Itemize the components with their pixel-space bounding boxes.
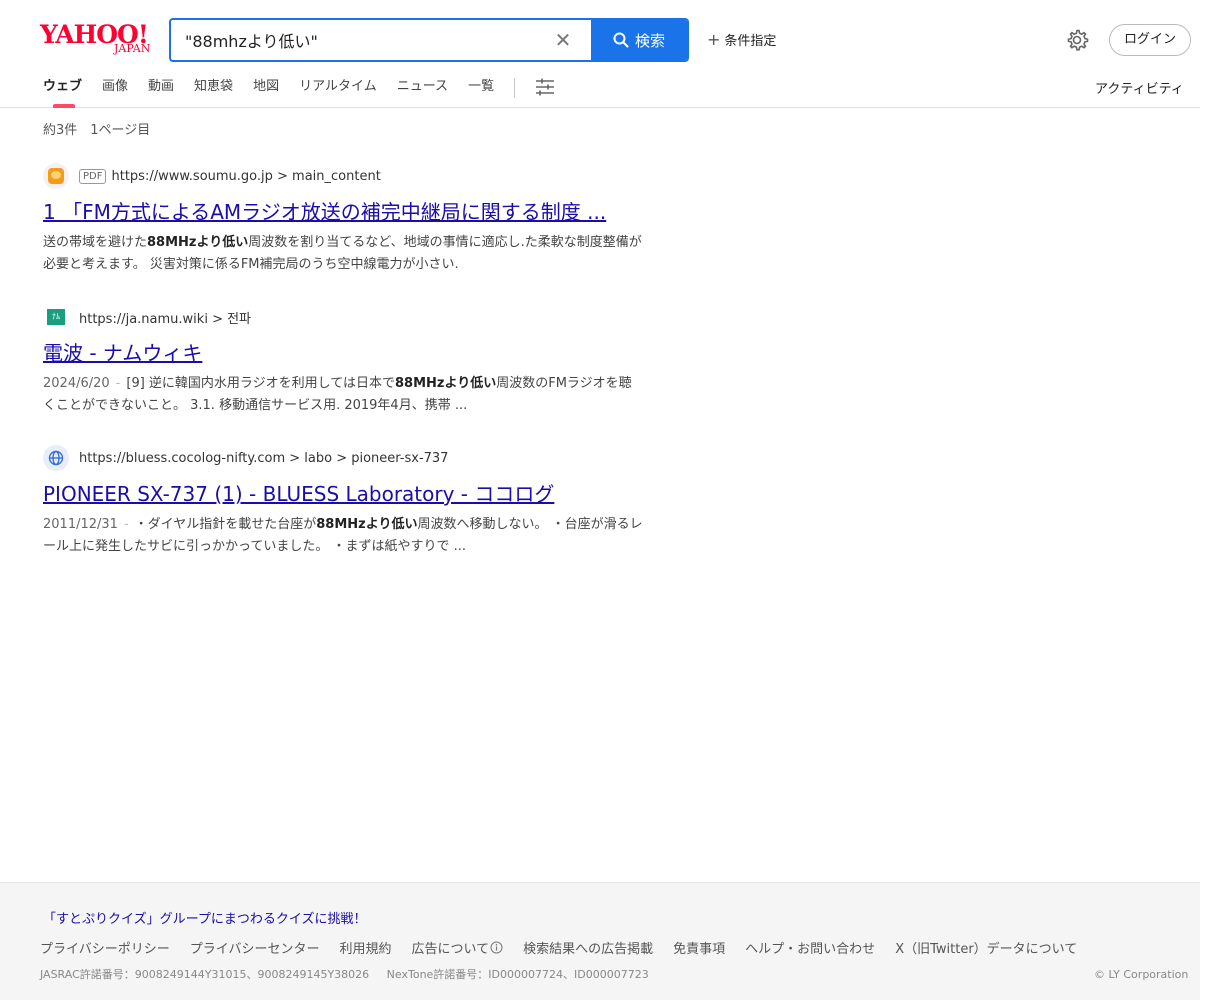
footer-link-privacy-center[interactable]: プライバシーセンター — [190, 938, 320, 957]
namu-wiki-icon: ﾅﾑ — [47, 309, 65, 325]
advanced-search-label: 条件指定 — [724, 34, 777, 49]
clear-search-button[interactable]: ✕ — [551, 28, 575, 52]
result-url: https://ja.namu.wiki > 전파 — [79, 311, 252, 327]
footer-links: プライバシーポリシー プライバシーセンター 利用規約 広告について 検索結果への… — [40, 938, 1097, 957]
site-favicon — [43, 163, 69, 189]
tab-realtime[interactable]: リアルタイム — [299, 74, 377, 108]
activity-link[interactable]: アクティビティ — [1095, 78, 1184, 97]
nextone-license: NexTone許諾番号：ID000007724、ID000007723 — [386, 968, 649, 981]
footer-link-advertise[interactable]: 検索結果への広告掲載 — [523, 938, 653, 957]
result-title-link[interactable]: 1 「FM方式によるAMラジオ放送の補完中継局に関する制度 ... — [43, 198, 643, 226]
tab-chiebukuro[interactable]: 知恵袋 — [194, 74, 233, 108]
gear-icon — [1067, 29, 1089, 51]
result-count: 約3件 1ページ目 — [43, 123, 151, 138]
tab-list[interactable]: 一覧 — [468, 74, 494, 108]
settings-button[interactable] — [1064, 27, 1090, 53]
plus-icon: + — [707, 30, 721, 49]
search-input[interactable] — [185, 20, 535, 60]
search-result: ﾅﾑ https://ja.namu.wiki > 전파 電波 - ナムウィキ … — [43, 303, 643, 417]
footer-link-help[interactable]: ヘルプ・お問い合わせ — [745, 938, 875, 957]
snippet-highlight: 88MHzより低い — [395, 376, 497, 391]
footer-link-privacy-policy[interactable]: プライバシーポリシー — [40, 938, 170, 957]
snippet-text: [9] 逆に韓国内水用ラジオを利用しては日本で — [126, 376, 396, 391]
result-url-row: ﾅﾑ https://ja.namu.wiki > 전파 — [43, 303, 643, 331]
search-result: PDF https://www.soumu.go.jp > main_conte… — [43, 162, 643, 276]
globe-icon — [48, 450, 64, 466]
search-result: https://bluess.cocolog-nifty.com > labo … — [43, 444, 643, 558]
result-snippet: 2024/6/20- [9] 逆に韓国内水用ラジオを利用しては日本で88MHzより… — [43, 373, 643, 417]
search-button[interactable]: 検索 — [591, 20, 687, 60]
search-button-label: 検索 — [634, 31, 665, 50]
footer-link-terms[interactable]: 利用規約 — [340, 938, 392, 957]
footer-link-x-data[interactable]: X（旧Twitter）データについて — [895, 938, 1077, 957]
close-icon: ✕ — [554, 28, 572, 52]
license-info: JASRAC許諾番号：9008249144Y31015、9008249145Y3… — [40, 966, 663, 982]
site-favicon — [43, 445, 69, 471]
footer-link-about-ads-label: 広告について — [411, 942, 490, 957]
logo-subtext: JAPAN — [114, 42, 151, 55]
footer-link-about-ads[interactable]: 広告について — [412, 938, 504, 957]
soumu-icon — [48, 168, 64, 184]
result-url-row: PDF https://www.soumu.go.jp > main_conte… — [43, 162, 643, 190]
pdf-badge: PDF — [79, 168, 107, 184]
header: YAHOO! JAPAN ✕ 検索 + 条件指定 ログイン ウェブ 画像 動画 … — [0, 0, 1200, 108]
result-url-row: https://bluess.cocolog-nifty.com > labo … — [43, 444, 643, 472]
tab-images[interactable]: 画像 — [102, 74, 128, 108]
result-url: https://bluess.cocolog-nifty.com > labo … — [79, 450, 449, 466]
footer: 「すとぷりクイズ」グループにまつわるクイズに挑戦！ プライバシーポリシー プライ… — [0, 882, 1200, 1000]
tab-videos[interactable]: 動画 — [148, 74, 174, 108]
result-date: 2024/6/20 — [43, 376, 110, 391]
result-snippet: 2011/12/31- ・ダイヤル指針を載せた台座が88MHzより低い周波数へ移動… — [43, 514, 643, 558]
result-snippet: 送の帯域を避けた88MHzより低い周波数を割り当てるなど、地域の事情に適応し.た… — [43, 232, 643, 276]
tab-maps[interactable]: 地図 — [253, 74, 279, 108]
snippet-highlight: 88MHzより低い — [316, 517, 418, 532]
tab-divider — [514, 78, 516, 98]
info-icon — [490, 941, 503, 954]
snippet-text: 送の帯域を避けた — [43, 235, 148, 250]
tab-news[interactable]: ニュース — [397, 74, 448, 108]
result-title-link[interactable]: 電波 - ナムウィキ — [43, 339, 643, 367]
footer-link-disclaimer[interactable]: 免責事項 — [673, 938, 725, 957]
tab-web[interactable]: ウェブ — [43, 74, 82, 108]
result-title-link[interactable]: PIONEER SX-737 (1) - BLUESS Laboratory -… — [43, 480, 643, 508]
promo-link[interactable]: 「すとぷりクイズ」グループにまつわるクイズに挑戦！ — [43, 908, 366, 927]
date-separator: - — [115, 376, 121, 391]
date-separator: - — [123, 517, 129, 532]
advanced-search-button[interactable]: + 条件指定 — [707, 30, 776, 49]
snippet-highlight: 88MHzより低い — [147, 235, 249, 250]
copyright: © LY Corporation — [1094, 968, 1189, 981]
login-button[interactable]: ログイン — [1109, 24, 1191, 56]
filter-button[interactable] — [535, 74, 555, 100]
search-icon — [613, 32, 629, 48]
filter-icon — [536, 78, 555, 96]
search-box: ✕ 検索 — [169, 18, 689, 62]
result-date: 2011/12/31 — [43, 517, 118, 532]
snippet-text: ・ダイヤル指針を載せた台座が — [134, 517, 317, 532]
yahoo-logo[interactable]: YAHOO! JAPAN — [40, 22, 158, 60]
result-url: https://www.soumu.go.jp > main_content — [111, 168, 381, 184]
search-tabs: ウェブ 画像 動画 知恵袋 地図 リアルタイム ニュース 一覧 — [43, 74, 555, 108]
jasrac-license: JASRAC許諾番号：9008249144Y31015、9008249145Y3… — [40, 968, 370, 981]
site-favicon: ﾅﾑ — [43, 304, 69, 330]
